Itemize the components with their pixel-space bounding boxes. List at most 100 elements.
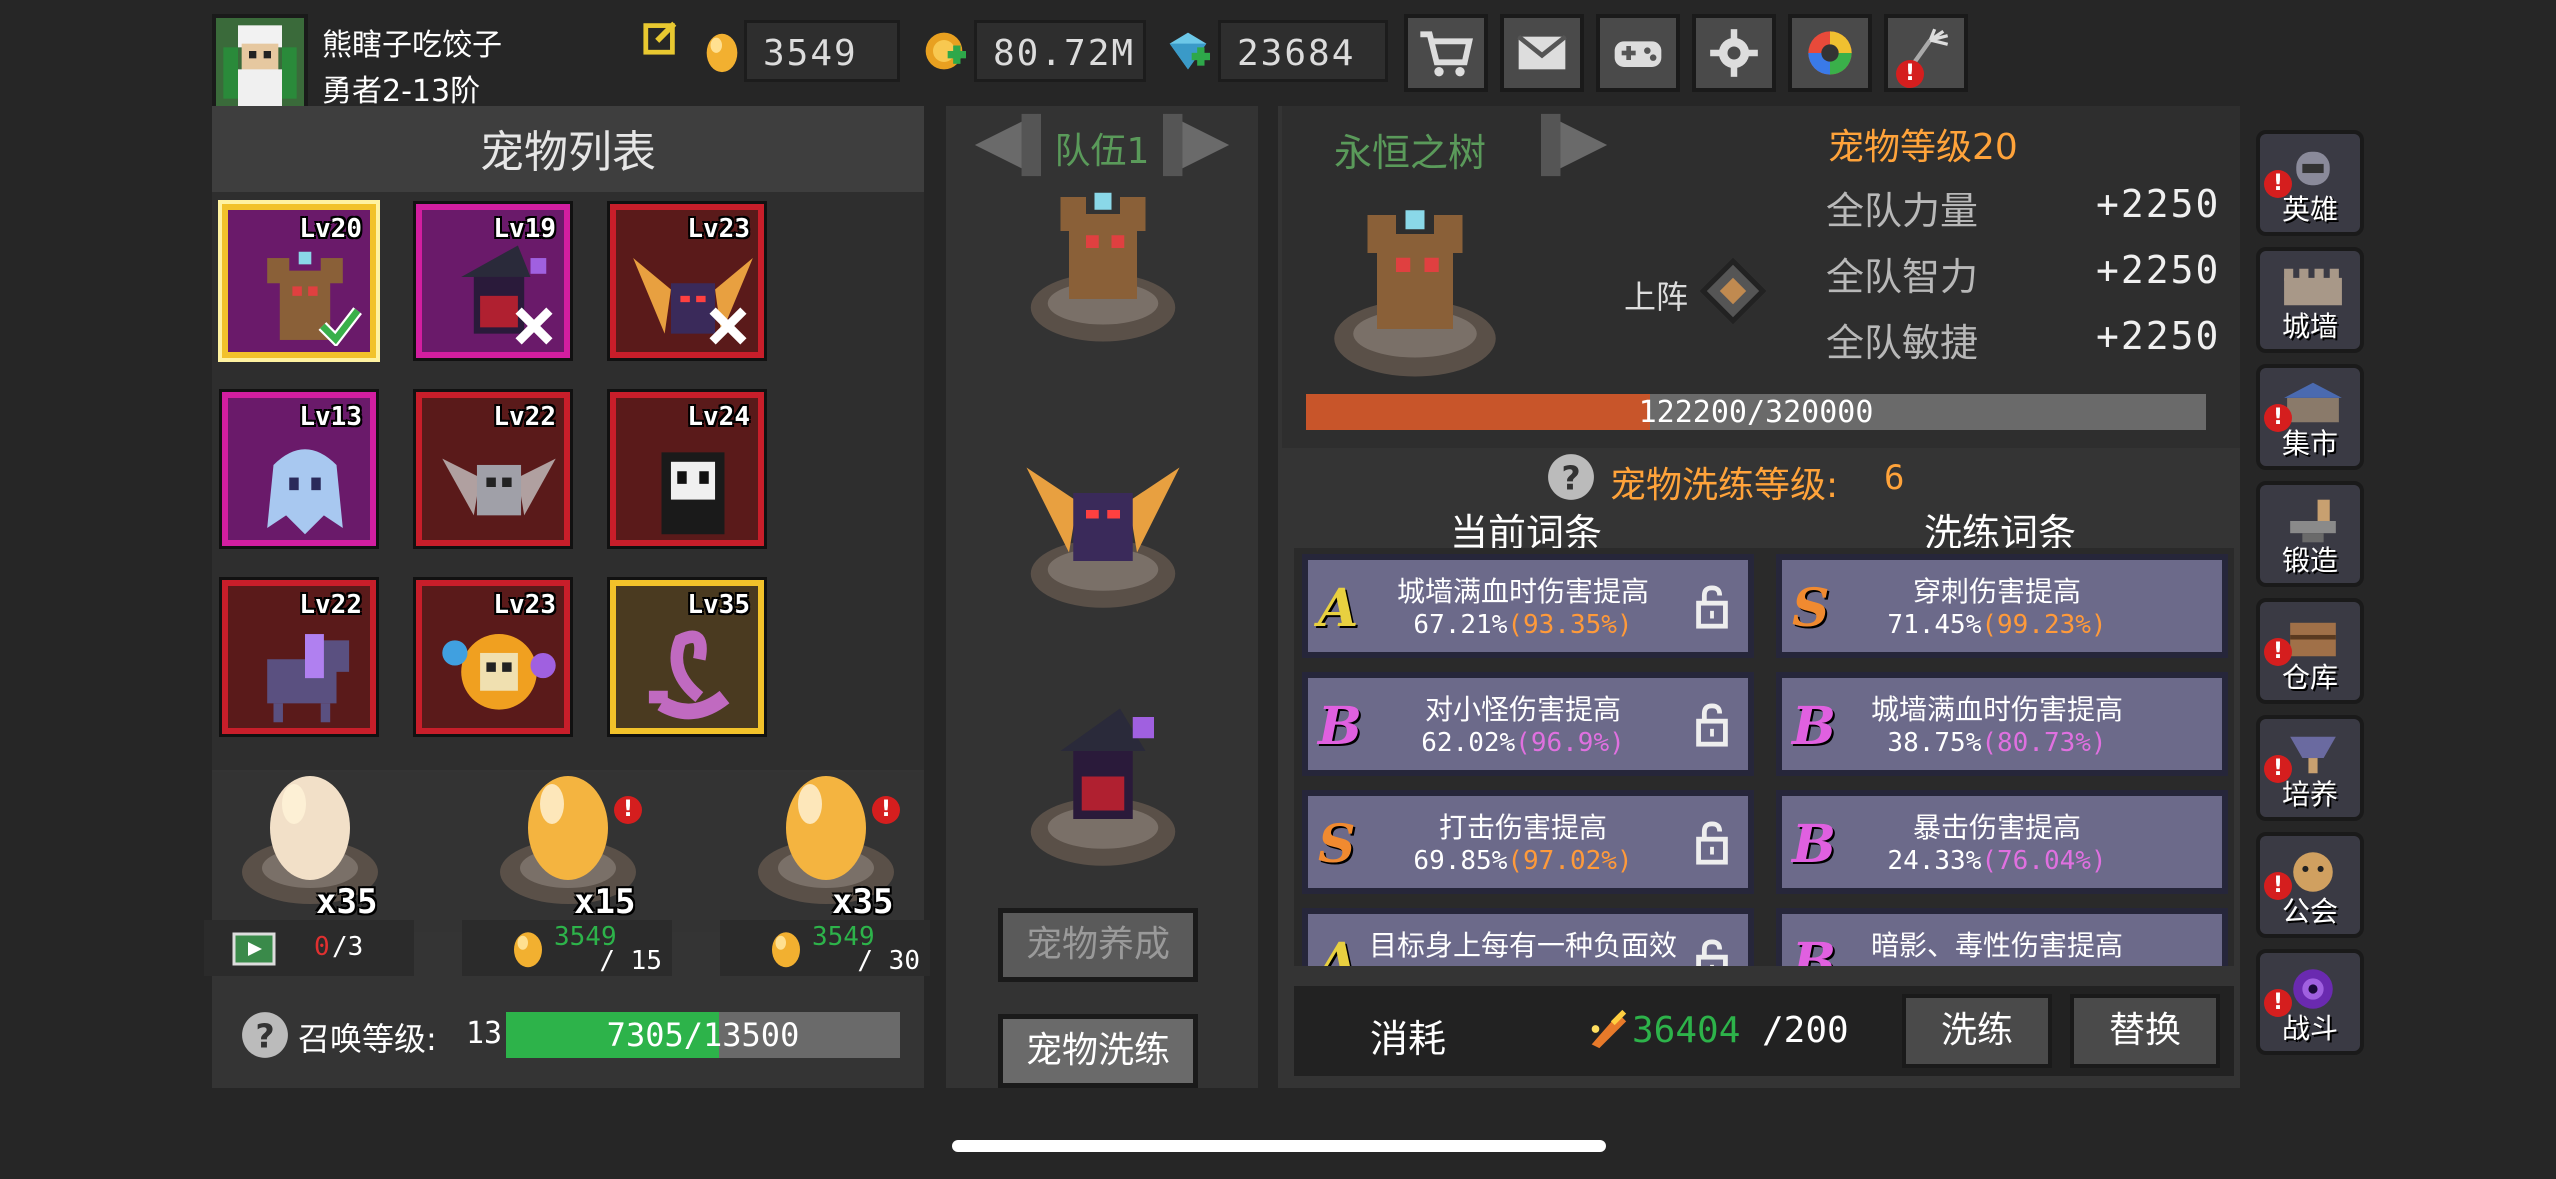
side-nav-button[interactable]: ! 集市 — [2256, 364, 2364, 470]
side-nav-button[interactable]: 锻造 — [2256, 481, 2364, 587]
affix-max: (76.04%) — [1981, 846, 2107, 876]
pet-exp-bar: 122200/320000 — [1306, 394, 2206, 430]
pet-ghost-icon — [267, 449, 343, 535]
side-nav-button[interactable]: ! 培养 — [2256, 715, 2364, 821]
pet-detail-next-arrow[interactable] — [1536, 110, 1616, 180]
color-wheel-icon — [1808, 31, 1852, 75]
mail-button[interactable] — [1500, 14, 1584, 92]
team-slot-2[interactable] — [1018, 442, 1188, 612]
affix-grade: A — [1318, 932, 1359, 966]
gold-currency-value: 80.72M — [974, 20, 1146, 82]
new-affix-card[interactable]: B 城墙满血时伤害提高 38.75%(80.73%) — [1776, 672, 2228, 776]
gamepad-button[interactable] — [1596, 14, 1680, 92]
edit-name-icon[interactable] — [642, 18, 680, 56]
team-next-arrow[interactable] — [1158, 110, 1238, 180]
summon-progress-text: 7305/13500 — [606, 1016, 800, 1054]
pet-scorpion-icon — [648, 630, 730, 720]
side-nav-button[interactable]: ! 战斗 — [2256, 949, 2364, 1055]
unlock-icon[interactable] — [1692, 702, 1732, 748]
side-nav-label: 英雄 — [2281, 193, 2338, 226]
gold-currency-icon — [922, 28, 966, 74]
pet-card[interactable]: Lv13 — [222, 392, 376, 546]
affix-grade: A — [1318, 578, 1359, 639]
deploy-diamond-button[interactable] — [1699, 257, 1767, 325]
affix-name: 暴击伤害提高 — [1912, 811, 2081, 844]
team-prev-arrow[interactable] — [966, 110, 1046, 180]
summon-help-icon[interactable]: ? — [240, 1010, 290, 1060]
side-nav-button[interactable]: ! 英雄 — [2256, 130, 2364, 236]
pet-pony-icon — [267, 634, 350, 723]
side-nav-button[interactable]: ! 公会 — [2256, 832, 2364, 938]
pet-card[interactable]: Lv22 — [416, 392, 570, 546]
new-affix-card[interactable]: S 穿刺伤害提高 71.45%(99.23%) — [1776, 554, 2228, 658]
new-affix-card[interactable]: B 暗影、毒性伤害提高 — [1776, 908, 2228, 966]
deploy-label: 上阵 — [1624, 278, 1689, 316]
pet-list-title: 宠物列表 — [480, 127, 656, 178]
affix-name: 城墙满血时伤害提高 — [1396, 575, 1649, 608]
egg-count: x35 — [832, 882, 894, 922]
pet-raise-button[interactable]: 宠物养成 — [998, 908, 1198, 982]
refine-button[interactable]: 洗练 — [1902, 994, 2052, 1068]
fireworks-alert-badge: ! — [1896, 60, 1924, 88]
pet-card[interactable]: Lv19 — [416, 204, 570, 358]
pet-card[interactable]: Lv24 — [610, 392, 764, 546]
affix-value: 71.45% — [1887, 610, 1982, 640]
side-nav-button[interactable]: 城墙 — [2256, 247, 2364, 353]
refine-level-value: 6 — [1884, 458, 1905, 498]
shop-cart-icon — [1420, 31, 1473, 77]
affix-value: 38.75% — [1887, 728, 1982, 758]
affix-name: 暗影、毒性伤害提高 — [1870, 929, 2123, 962]
summon-egg[interactable]: x35 — [230, 752, 390, 922]
pet-card[interactable]: Lv20 — [222, 204, 376, 358]
affix-grade: B — [1792, 814, 1836, 875]
affix-max: (99.23%) — [1981, 610, 2107, 640]
mail-icon — [1517, 34, 1567, 70]
pet-card[interactable]: Lv23 — [416, 580, 570, 734]
side-nav-button[interactable]: ! 仓库 — [2256, 598, 2364, 704]
gamepad-icon — [1614, 41, 1662, 67]
refine-cost-have: 36404 — [1632, 1010, 1741, 1051]
current-affix-card[interactable]: S 打击伤害提高 69.85%(97.02%) — [1302, 790, 1754, 894]
current-affix-card[interactable]: A 城墙满血时伤害提高 67.21%(93.35%) — [1302, 554, 1754, 658]
pet-card[interactable]: Lv35 — [610, 580, 764, 734]
not-deployed-x-icon — [515, 307, 553, 345]
shop-cart-button[interactable] — [1404, 14, 1488, 92]
affix-grade: B — [1318, 696, 1362, 757]
fireworks-button[interactable]: ! — [1884, 14, 1968, 92]
current-affix-card[interactable]: A目标身上每有一种负面效果,对其伤害提高 — [1302, 908, 1754, 966]
team-slot-1[interactable] — [1018, 180, 1188, 350]
unlock-icon[interactable] — [1692, 584, 1732, 630]
affix-name: 城墙满血时伤害提高 — [1870, 693, 2123, 726]
egg-cost-total: /3 — [332, 932, 364, 962]
team-slot-3[interactable] — [1018, 700, 1188, 870]
side-nav-label: 战斗 — [2281, 1012, 2338, 1045]
current-affix-card[interactable]: B 对小怪伤害提高 62.02%(96.9%) — [1302, 672, 1754, 776]
summon-egg[interactable]: ! x15 — [488, 752, 648, 922]
pet-card[interactable]: Lv23 — [610, 204, 764, 358]
pet-card[interactable]: Lv22 — [222, 580, 376, 734]
color-wheel-button[interactable] — [1788, 14, 1872, 92]
affix-grade: S — [1318, 814, 1356, 875]
summon-level-value: 13 — [466, 1016, 503, 1051]
affix-grade: S — [1792, 578, 1830, 639]
side-nav-label: 城墙 — [2281, 310, 2338, 343]
settings-gear-icon — [1710, 29, 1758, 77]
new-affix-card[interactable]: B 暴击伤害提高 24.33%(76.04%) — [1776, 790, 2228, 894]
player-avatar[interactable] — [212, 14, 308, 110]
settings-button[interactable] — [1692, 14, 1776, 92]
affix-max: (97.02%) — [1507, 846, 1633, 876]
unlock-icon[interactable] — [1692, 820, 1732, 866]
summon-egg[interactable]: ! x35 — [746, 752, 906, 922]
affix-name: 对小怪伤害提高 — [1424, 693, 1621, 726]
gem-currency-icon — [1166, 28, 1210, 74]
refine-stone-icon — [1584, 1006, 1630, 1052]
side-nav-label: 仓库 — [2281, 661, 2338, 694]
unlock-icon[interactable] — [1692, 938, 1732, 966]
team-stat-label: 全队智力 — [1826, 255, 1979, 299]
pet-refine-nav-button[interactable]: 宠物洗练 — [998, 1014, 1198, 1088]
affix-grade: B — [1792, 696, 1836, 757]
refine-help-icon[interactable]: ? — [1546, 452, 1596, 502]
affix-list-area: A 城墙满血时伤害提高 67.21%(93.35%) B 对小怪伤害提高 62.02%(9… — [1294, 548, 2234, 966]
replace-button[interactable]: 替换 — [2070, 994, 2220, 1068]
home-indicator[interactable] — [952, 1140, 1606, 1152]
